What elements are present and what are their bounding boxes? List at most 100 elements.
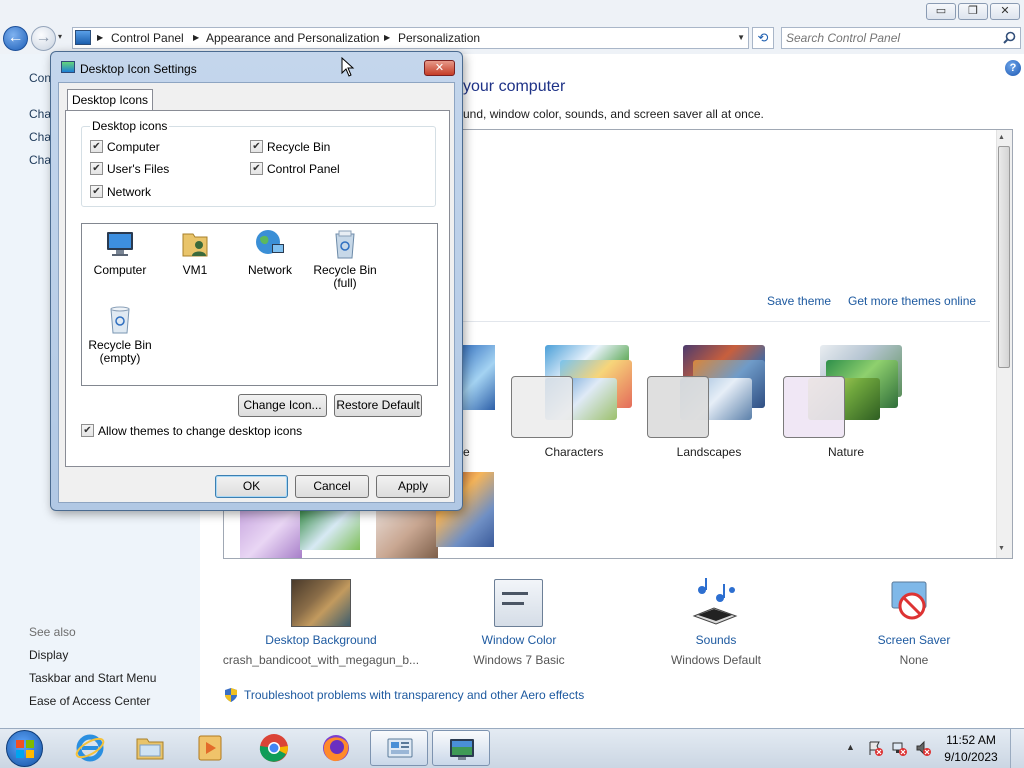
refresh-button[interactable]: ⟲	[752, 27, 774, 49]
taskbar-media-player[interactable]	[184, 730, 236, 766]
theme-label-partial: e	[463, 445, 470, 459]
left-pane-link[interactable]: Cha	[29, 107, 51, 121]
search-icon[interactable]	[1003, 31, 1016, 44]
taskbar-firefox[interactable]	[310, 730, 362, 766]
chevron-right-icon[interactable]: ▶	[384, 33, 390, 42]
checkbox-icon[interactable]: ✔	[90, 185, 103, 198]
checkbox-icon[interactable]: ✔	[90, 140, 103, 153]
minimize-button[interactable]: ▭	[926, 3, 956, 20]
folder-icon	[136, 738, 164, 760]
more-themes-link[interactable]: Get more themes online	[848, 294, 976, 308]
media-player-icon	[198, 735, 222, 761]
theme-thumbnail-partial[interactable]	[240, 510, 302, 558]
desktop-background-value: crash_bandicoot_with_megagun_b...	[222, 653, 420, 667]
taskbar-control-panel[interactable]	[370, 730, 428, 766]
tab-page: Desktop icons ✔ Computer ✔ Recycle Bin ✔…	[65, 110, 450, 467]
theme-thumbnail-partial[interactable]	[463, 345, 495, 410]
icon-label: VM1	[182, 263, 208, 277]
forward-button[interactable]: →	[31, 26, 56, 51]
taskbar-start-menu-link[interactable]: Taskbar and Start Menu	[29, 671, 156, 685]
internet-explorer-icon	[75, 734, 105, 762]
apply-button[interactable]: Apply	[376, 475, 450, 498]
taskbar-explorer[interactable]	[124, 730, 176, 766]
desktop-background-link[interactable]: Desktop Background	[221, 633, 421, 647]
theme-color-swatch	[783, 376, 845, 438]
restore-default-button[interactable]: Restore Default	[334, 394, 422, 417]
see-also-heading: See also	[29, 625, 76, 639]
window-color-value: Windows 7 Basic	[473, 653, 565, 667]
dialog-body: Desktop Icons Desktop icons ✔ Computer ✔…	[58, 82, 455, 503]
breadcrumb-control-panel[interactable]: Control Panel	[111, 31, 184, 45]
ease-of-access-link[interactable]: Ease of Access Center	[29, 694, 150, 708]
title-bar[interactable]	[0, 0, 1024, 24]
breadcrumb-appearance[interactable]: Appearance and Personalization	[206, 31, 379, 45]
save-theme-link[interactable]: Save theme	[767, 294, 831, 308]
desktop-background-icon	[291, 579, 351, 627]
show-hidden-icons-button[interactable]: ▲	[846, 742, 855, 752]
chevron-down-icon[interactable]: ▼	[737, 33, 745, 42]
scrollbar-thumb[interactable]	[998, 146, 1010, 368]
taskbar-chrome[interactable]	[248, 730, 300, 766]
clock-date[interactable]: 9/10/2023	[940, 750, 1002, 764]
firefox-icon	[323, 735, 349, 762]
show-desktop-button[interactable]	[1010, 729, 1024, 768]
icon-label: Recycle Bin (full)	[313, 263, 377, 290]
taskbar-internet-explorer[interactable]	[64, 730, 116, 766]
sounds-value: Windows Default	[670, 653, 762, 667]
left-pane-link[interactable]: Cha	[29, 153, 51, 167]
recycle-bin-empty-icon	[110, 306, 130, 334]
checkbox-icon[interactable]: ✔	[250, 140, 263, 153]
computer-icon	[107, 232, 133, 256]
network-status-icon[interactable]	[891, 740, 907, 756]
checkbox-icon[interactable]: ✔	[81, 424, 94, 437]
back-button[interactable]: ←	[3, 26, 28, 51]
desktop-icon-list[interactable]: Computer VM1 Network Recycle Bin (full) …	[81, 223, 438, 386]
icon-label: Recycle Bin (empty)	[88, 338, 152, 365]
checkbox-icon[interactable]: ✔	[90, 162, 103, 175]
chevron-right-icon[interactable]: ▶	[97, 33, 103, 42]
windows-logo-icon	[16, 740, 34, 758]
theme-thumbnail-partial[interactable]	[376, 510, 438, 558]
maximize-button[interactable]: ❐	[958, 3, 988, 20]
window-color-link[interactable]: Window Color	[419, 633, 619, 647]
checkbox-label: Recycle Bin	[267, 140, 331, 154]
tab-desktop-icons[interactable]: Desktop Icons	[67, 89, 153, 111]
start-button[interactable]	[6, 730, 43, 767]
control-panel-home-link[interactable]: Con	[29, 71, 51, 85]
sounds-link[interactable]: Sounds	[616, 633, 816, 647]
recent-pages-dropdown[interactable]: ▾	[58, 32, 62, 41]
clock-time[interactable]: 11:52 AM	[940, 733, 1002, 747]
taskbar-desktop-icon-settings[interactable]	[432, 730, 490, 766]
help-icon[interactable]: ?	[1005, 60, 1021, 76]
address-bar[interactable]: ▶ Control Panel ▶ Appearance and Persona…	[72, 27, 749, 49]
desktop-icon-settings-icon	[61, 61, 75, 73]
scroll-up-icon[interactable]: ▲	[998, 134, 1005, 141]
ok-button[interactable]: OK	[215, 475, 288, 498]
screen-saver-icon	[891, 581, 927, 620]
action-center-icon[interactable]	[867, 740, 883, 756]
breadcrumb-personalization[interactable]: Personalization	[398, 31, 480, 45]
volume-muted-icon[interactable]	[915, 740, 931, 756]
mouse-cursor-icon	[341, 57, 355, 77]
chevron-right-icon[interactable]: ▶	[193, 33, 199, 42]
change-icon-button[interactable]: Change Icon...	[238, 394, 327, 417]
theme-thumbnail-partial[interactable]	[300, 510, 360, 550]
icon-label: Computer	[93, 263, 147, 277]
theme-label-nature: Nature	[827, 445, 865, 459]
troubleshoot-aero-link[interactable]: Troubleshoot problems with transparency …	[244, 688, 584, 702]
scroll-down-icon[interactable]: ▼	[998, 545, 1005, 552]
close-window-button[interactable]: ✕	[990, 3, 1020, 20]
chrome-icon	[259, 734, 289, 762]
dialog-close-button[interactable]: ✕	[424, 60, 455, 76]
theme-color-swatch	[511, 376, 573, 438]
search-input[interactable]	[786, 30, 996, 46]
sounds-icon	[692, 578, 738, 625]
left-pane-link[interactable]: Cha	[29, 130, 51, 144]
group-title: Desktop icons	[90, 119, 170, 133]
checkbox-icon[interactable]: ✔	[250, 162, 263, 175]
cancel-button[interactable]: Cancel	[295, 475, 369, 498]
checkbox-label: Computer	[107, 140, 160, 154]
search-box[interactable]	[781, 27, 1021, 49]
screen-saver-link[interactable]: Screen Saver	[814, 633, 1014, 647]
display-link[interactable]: Display	[29, 648, 68, 662]
